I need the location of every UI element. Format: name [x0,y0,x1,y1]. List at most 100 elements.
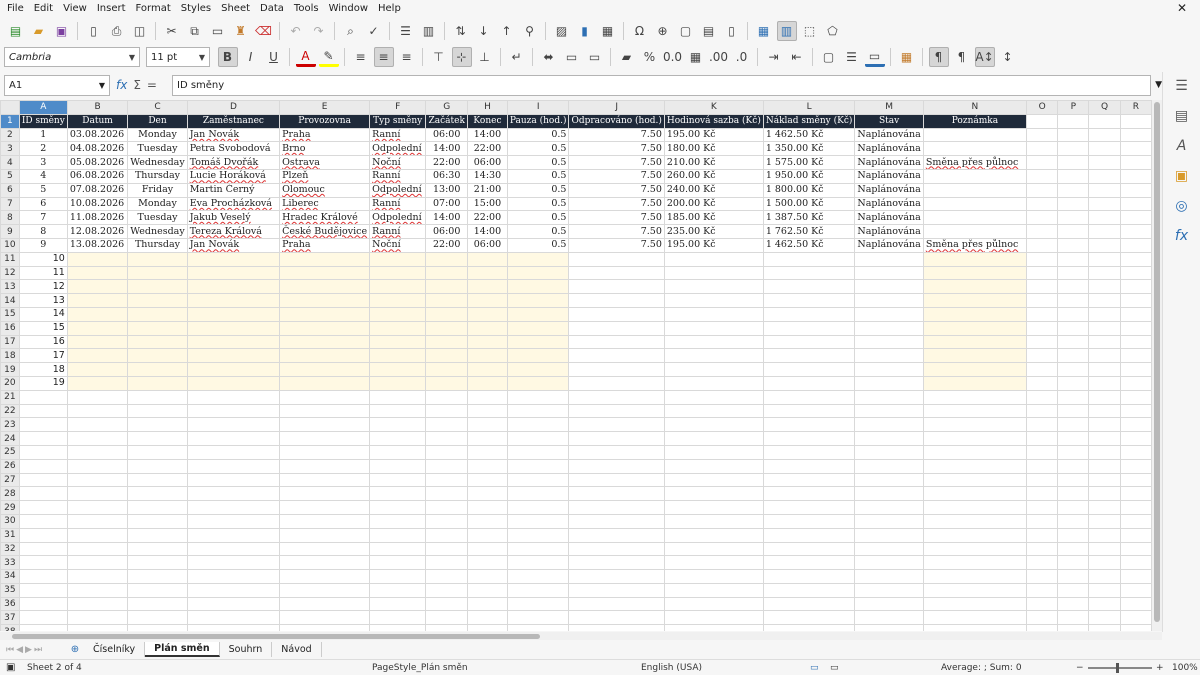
save-icon[interactable]: ▣ [52,21,72,41]
cell[interactable] [66,458,129,474]
cell[interactable] [18,624,68,631]
cell[interactable] [1088,210,1121,226]
cell[interactable] [506,458,570,474]
cell[interactable] [663,334,764,350]
cell[interactable] [854,582,924,598]
cell[interactable] [854,362,924,377]
cell[interactable]: Eva Procházková [186,196,281,212]
cell[interactable] [506,293,570,308]
cell[interactable] [568,403,665,419]
digital-signature-icon[interactable]: ▭ [830,663,839,673]
cell[interactable] [762,251,856,267]
cell[interactable] [66,334,129,350]
cell[interactable] [506,417,570,433]
cell[interactable] [18,403,68,419]
cell[interactable] [1025,624,1059,631]
cell[interactable] [922,265,1028,281]
cell[interactable] [568,293,665,308]
cell[interactable] [369,500,427,515]
cell[interactable] [663,624,764,631]
undo-icon[interactable]: ↶ [286,21,306,41]
cell[interactable] [279,444,371,460]
cell[interactable] [279,458,371,474]
cell[interactable] [663,541,764,557]
cell[interactable] [279,541,371,557]
align-center-icon[interactable]: ≡ [373,47,394,67]
cell[interactable] [568,610,665,626]
cell[interactable] [127,265,188,281]
cell[interactable]: Plzeň [279,168,371,184]
cell[interactable]: 0.5 [506,210,570,226]
cell[interactable]: 22:00 [467,141,508,157]
cell[interactable] [762,348,856,364]
cell[interactable] [854,500,924,515]
cell[interactable]: 1 462.50 Kč [762,127,856,143]
cell[interactable] [854,265,924,281]
cell[interactable] [369,458,427,474]
cell[interactable] [467,375,508,391]
cell[interactable] [854,348,924,364]
cell[interactable] [425,486,469,502]
cell[interactable] [663,265,764,281]
cell[interactable] [854,389,924,405]
cell[interactable] [1025,610,1059,626]
increase-indent-icon[interactable]: ⇥ [764,47,784,67]
cell[interactable] [854,375,924,391]
cell[interactable]: Pauza (hod.) [506,113,570,129]
cell[interactable] [854,624,924,631]
currency-format-icon[interactable]: ▰ [617,47,637,67]
cell[interactable] [1119,375,1152,391]
cell[interactable] [66,582,129,598]
cell[interactable] [127,444,188,460]
cell[interactable] [279,500,371,515]
cell[interactable] [66,500,129,515]
cell[interactable]: 14 [18,306,68,322]
cell[interactable] [506,596,570,612]
cell[interactable] [854,320,924,336]
redo-icon[interactable]: ↷ [309,21,329,41]
column-header[interactable]: M [854,100,924,115]
cell[interactable]: 0.5 [506,127,570,143]
cell[interactable] [1057,500,1090,515]
cell[interactable] [1025,334,1059,350]
cell[interactable] [922,196,1028,212]
cell[interactable] [18,486,68,502]
row-header[interactable]: 22 [0,403,20,419]
cell[interactable] [1057,513,1090,529]
cell[interactable]: Naplánována [854,182,924,198]
cell[interactable] [66,417,129,433]
cell[interactable] [1025,527,1059,543]
cell[interactable] [663,431,764,446]
cell[interactable]: Konec [467,113,508,129]
cell[interactable] [1119,168,1152,184]
cell[interactable] [854,541,924,557]
cell[interactable] [425,610,469,626]
cell[interactable] [1025,155,1059,170]
cell[interactable] [369,251,427,267]
cell[interactable] [1025,210,1059,226]
spreadsheet-grid[interactable]: A B C D E F G H I J K L M N O P Q R 1 ID směny Datum Den Zaměs… [0,100,1152,631]
cell[interactable] [1088,417,1121,433]
cell[interactable] [1025,486,1059,502]
cell[interactable] [279,279,371,295]
cell[interactable] [922,596,1028,612]
sort-icon[interactable]: ⇅ [451,21,471,41]
cell[interactable] [854,251,924,267]
cell[interactable]: 04.08.2026 [66,141,129,157]
cell[interactable] [369,444,427,460]
cell[interactable]: 235.00 Kč [663,224,764,239]
cell[interactable] [18,582,68,598]
last-sheet-icon[interactable]: ⏭ [34,645,42,655]
close-document-icon[interactable]: ✕ [1172,1,1192,15]
align-left-icon[interactable]: ≡ [351,47,371,67]
cell[interactable] [663,403,764,419]
cell[interactable] [922,624,1028,631]
cell[interactable] [186,251,281,267]
hyperlink-icon[interactable]: ⊕ [653,21,673,41]
cell[interactable] [762,610,856,626]
cell[interactable] [467,334,508,350]
cell[interactable] [922,569,1028,584]
cell[interactable] [1119,127,1152,143]
row-header[interactable]: 1 [0,113,20,129]
cell[interactable] [467,389,508,405]
